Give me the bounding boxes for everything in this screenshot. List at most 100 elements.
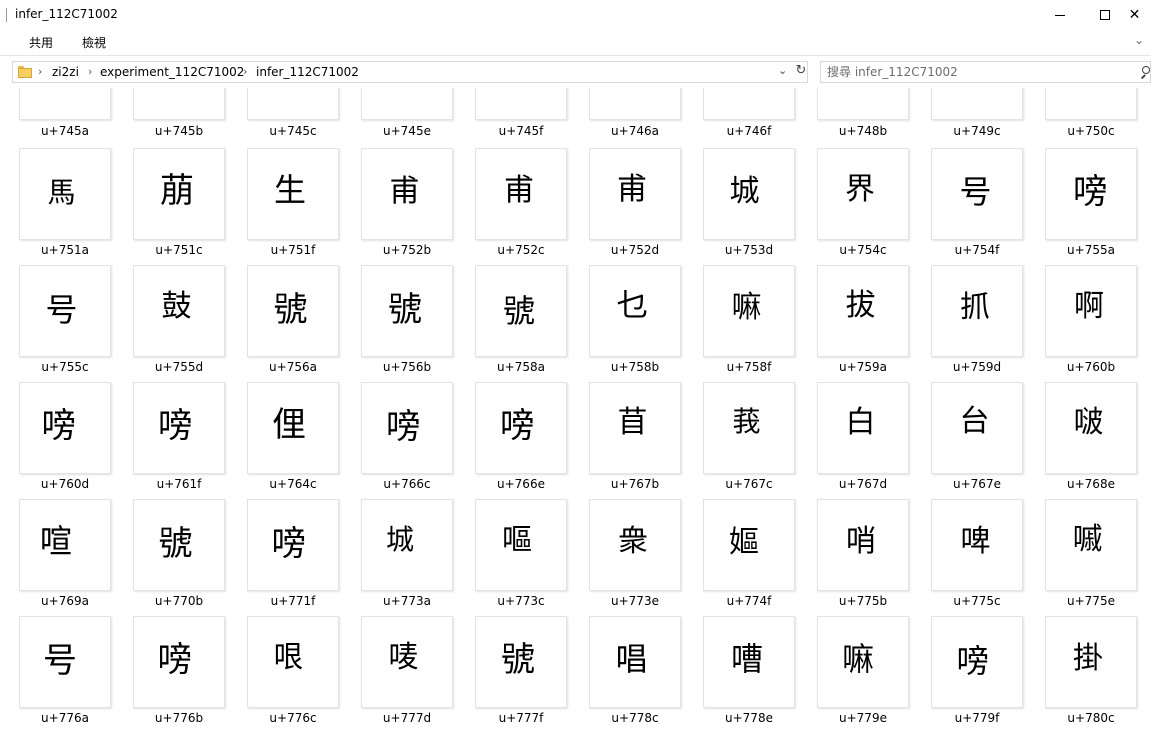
file-name[interactable]: u+760b: [1034, 360, 1148, 374]
file-name[interactable]: u+773e: [578, 594, 692, 608]
search-box[interactable]: [820, 61, 1151, 83]
breadcrumb-infer[interactable]: infer_112C71002: [256, 65, 359, 79]
file-thumbnail[interactable]: 嗙: [475, 382, 567, 474]
file-thumbnail[interactable]: [133, 88, 225, 120]
file-thumbnail[interactable]: 號: [133, 499, 225, 591]
file-thumbnail[interactable]: 甫: [475, 148, 567, 240]
file-name[interactable]: u+777d: [350, 711, 464, 725]
file-thumbnail[interactable]: 城: [703, 148, 795, 240]
file-thumbnail[interactable]: 唛: [361, 616, 453, 708]
file-name[interactable]: u+770b: [122, 594, 236, 608]
file-name[interactable]: u+756a: [236, 360, 350, 374]
file-name[interactable]: u+775e: [1034, 594, 1148, 608]
file-name[interactable]: u+769a: [8, 594, 122, 608]
file-name[interactable]: u+779e: [806, 711, 920, 725]
file-name[interactable]: u+748b: [806, 124, 920, 138]
file-thumbnail[interactable]: 嗙: [133, 616, 225, 708]
file-thumbnail[interactable]: 啊: [1045, 265, 1137, 357]
file-name[interactable]: u+755c: [8, 360, 122, 374]
file-name[interactable]: u+767b: [578, 477, 692, 491]
file-thumbnail[interactable]: 俚: [247, 382, 339, 474]
file-name[interactable]: u+749c: [920, 124, 1034, 138]
file-thumbnail[interactable]: 号: [19, 616, 111, 708]
file-thumbnail[interactable]: 抓: [931, 265, 1023, 357]
file-name[interactable]: u+758a: [464, 360, 578, 374]
chevron-down-icon[interactable]: ⌄: [778, 64, 787, 77]
file-name[interactable]: u+778e: [692, 711, 806, 725]
file-thumbnail[interactable]: [247, 88, 339, 120]
file-thumbnail[interactable]: 號: [475, 616, 567, 708]
file-name[interactable]: u+776a: [8, 711, 122, 725]
file-thumbnail[interactable]: 号: [931, 148, 1023, 240]
file-thumbnail[interactable]: 嗙: [133, 382, 225, 474]
file-name[interactable]: u+745e: [350, 124, 464, 138]
file-name[interactable]: u+764c: [236, 477, 350, 491]
close-button[interactable]: ✕: [1118, 0, 1151, 30]
file-thumbnail[interactable]: 掛: [1045, 616, 1137, 708]
file-thumbnail[interactable]: 嗙: [1045, 148, 1137, 240]
file-name[interactable]: u+774f: [692, 594, 806, 608]
file-name[interactable]: u+750c: [1034, 124, 1148, 138]
file-name[interactable]: u+780c: [1034, 711, 1148, 725]
minimize-button[interactable]: [1037, 0, 1083, 30]
file-thumbnail[interactable]: 鼓: [133, 265, 225, 357]
breadcrumb-zi2zi[interactable]: zi2zi: [52, 65, 79, 79]
tab-share[interactable]: 共用: [29, 34, 53, 51]
file-name[interactable]: u+751a: [8, 243, 122, 257]
file-thumbnail[interactable]: 馬: [19, 148, 111, 240]
file-thumbnail[interactable]: 界: [817, 148, 909, 240]
file-name[interactable]: u+776b: [122, 711, 236, 725]
search-icon[interactable]: [1139, 65, 1151, 79]
file-thumbnail[interactable]: 喧: [19, 499, 111, 591]
file-name[interactable]: u+773c: [464, 594, 578, 608]
file-name[interactable]: u+745f: [464, 124, 578, 138]
file-thumbnail[interactable]: 城: [361, 499, 453, 591]
file-name[interactable]: u+766c: [350, 477, 464, 491]
file-name[interactable]: u+777f: [464, 711, 578, 725]
file-thumbnail[interactable]: 嗙: [247, 499, 339, 591]
tab-view[interactable]: 檢視: [82, 34, 106, 51]
file-name[interactable]: u+752c: [464, 243, 578, 257]
file-name[interactable]: u+773a: [350, 594, 464, 608]
file-name[interactable]: u+746f: [692, 124, 806, 138]
file-thumbnail[interactable]: 苜: [589, 382, 681, 474]
file-name[interactable]: u+751f: [236, 243, 350, 257]
file-thumbnail[interactable]: [589, 88, 681, 120]
file-thumbnail[interactable]: 甫: [361, 148, 453, 240]
file-thumbnail[interactable]: 嘈: [703, 616, 795, 708]
file-name[interactable]: u+752d: [578, 243, 692, 257]
file-name[interactable]: u+767d: [806, 477, 920, 491]
file-name[interactable]: u+775b: [806, 594, 920, 608]
breadcrumb-experiment[interactable]: experiment_112C71002: [100, 65, 244, 79]
file-thumbnail[interactable]: 拔: [817, 265, 909, 357]
file-thumbnail[interactable]: 啵: [1045, 382, 1137, 474]
breadcrumb-separator[interactable]: ›: [38, 65, 42, 78]
file-thumbnail[interactable]: [475, 88, 567, 120]
file-name[interactable]: u+755d: [122, 360, 236, 374]
file-thumbnail[interactable]: 唱: [589, 616, 681, 708]
file-thumbnail[interactable]: [361, 88, 453, 120]
file-thumbnail[interactable]: 甫: [589, 148, 681, 240]
file-name[interactable]: u+745c: [236, 124, 350, 138]
ribbon-expand-button[interactable]: ⌄: [1134, 33, 1144, 47]
file-name[interactable]: u+755a: [1034, 243, 1148, 257]
file-thumbnail[interactable]: 嫗: [703, 499, 795, 591]
file-name[interactable]: u+746a: [578, 124, 692, 138]
file-name[interactable]: u+767e: [920, 477, 1034, 491]
file-thumbnail[interactable]: 衆: [589, 499, 681, 591]
file-name[interactable]: u+758b: [578, 360, 692, 374]
search-input[interactable]: [827, 64, 1127, 80]
file-thumbnail[interactable]: 台: [931, 382, 1023, 474]
file-thumbnail[interactable]: 嘔: [475, 499, 567, 591]
file-name[interactable]: u+768e: [1034, 477, 1148, 491]
file-thumbnail[interactable]: 哏: [247, 616, 339, 708]
file-name[interactable]: u+776c: [236, 711, 350, 725]
file-name[interactable]: u+771f: [236, 594, 350, 608]
file-thumbnail[interactable]: 生: [247, 148, 339, 240]
file-thumbnail[interactable]: 莪: [703, 382, 795, 474]
file-thumbnail[interactable]: 號: [247, 265, 339, 357]
file-name[interactable]: u+758f: [692, 360, 806, 374]
file-name[interactable]: u+745b: [122, 124, 236, 138]
file-thumbnail[interactable]: 乜: [589, 265, 681, 357]
breadcrumb-separator[interactable]: ›: [243, 65, 247, 78]
